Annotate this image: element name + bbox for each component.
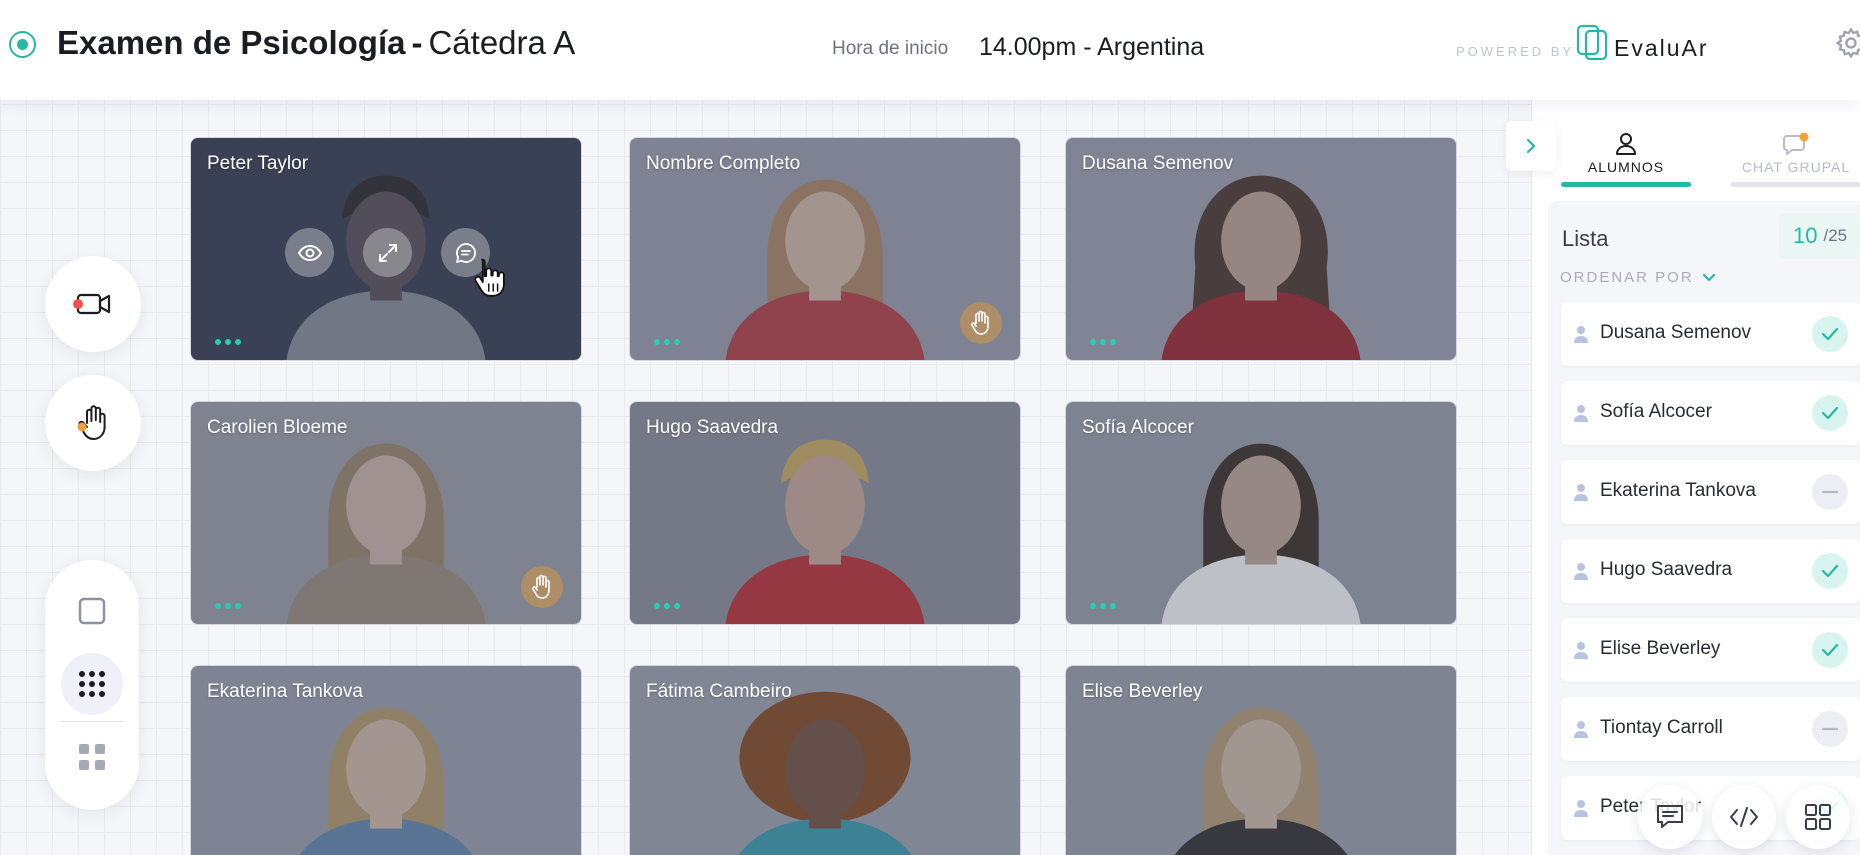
video-tile[interactable]: Elise Beverley xyxy=(1065,665,1457,855)
grid-button[interactable] xyxy=(1786,785,1850,849)
more-options-icon[interactable] xyxy=(215,603,241,609)
student-icon xyxy=(1574,484,1588,501)
participant-name: Carolien Bloeme xyxy=(207,417,348,438)
single-layout-button[interactable] xyxy=(61,580,123,642)
rail-divider xyxy=(61,721,123,722)
raised-hand-icon xyxy=(521,566,563,608)
eye-button[interactable] xyxy=(285,228,334,277)
raise-hand-icon xyxy=(77,405,106,440)
participant-name: Fátima Cambeiro xyxy=(646,681,792,702)
camera-toggle-button[interactable] xyxy=(45,256,141,352)
comment-icon xyxy=(1657,805,1683,828)
raise-hand-button[interactable] xyxy=(45,375,141,471)
video-tile[interactable]: Fátima Cambeiro xyxy=(629,665,1021,855)
student-icon xyxy=(1574,800,1588,817)
student-name: Hugo Saavedra xyxy=(1600,559,1733,580)
chat-bubble-icon xyxy=(1783,132,1809,155)
student-name: Sofía Alcocer xyxy=(1600,401,1712,422)
chevron-down-icon xyxy=(1702,273,1715,281)
student-count-current: 10 xyxy=(1793,223,1818,248)
gear-icon[interactable] xyxy=(1834,26,1860,60)
student-name: Elise Beverley xyxy=(1600,638,1721,659)
student-name: Ekaterina Tankova xyxy=(1600,480,1756,501)
collapse-sidebar-button[interactable] xyxy=(1506,121,1556,171)
student-icon xyxy=(1574,326,1588,343)
raised-hand-icon xyxy=(960,302,1002,344)
student-count-total: /25 xyxy=(1823,226,1848,245)
participant-name: Dusana Semenov xyxy=(1082,153,1234,174)
expand-icon xyxy=(378,243,397,262)
more-options-icon[interactable] xyxy=(215,339,241,345)
student-list-item[interactable]: Ekaterina Tankova xyxy=(1561,460,1860,524)
user-icon xyxy=(1616,133,1636,155)
video-tile[interactable]: Hugo Saavedra xyxy=(629,401,1021,625)
student-icon xyxy=(1574,563,1588,580)
student-name: Dusana Semenov xyxy=(1600,322,1752,343)
video-camera-icon xyxy=(73,293,111,315)
student-list-item[interactable]: Tiontay Carroll xyxy=(1561,697,1860,761)
check-icon xyxy=(1812,553,1848,589)
tab-chat-grupal[interactable]: CHAT GRUPAL xyxy=(1731,132,1860,175)
powered-by-label: POWERED BY xyxy=(1456,44,1575,59)
code-icon xyxy=(1730,807,1758,827)
more-options-icon[interactable] xyxy=(654,339,680,345)
tab-indicator xyxy=(1731,182,1860,187)
participant-name: Sofía Alcocer xyxy=(1082,417,1194,438)
evaluar-logo-icon xyxy=(1576,24,1608,60)
eye-icon xyxy=(297,244,322,261)
expand-button[interactable] xyxy=(363,228,412,277)
check-icon xyxy=(1812,632,1848,668)
student-icon xyxy=(1574,642,1588,659)
more-options-icon[interactable] xyxy=(1090,603,1116,609)
start-time-label: Hora de inicio xyxy=(832,38,949,59)
list-title: Lista xyxy=(1562,226,1609,251)
sort-label: ORDENAR POR xyxy=(1560,269,1694,286)
student-icon xyxy=(1574,721,1588,738)
student-name: Tiontay Carroll xyxy=(1600,717,1723,738)
student-list-item[interactable]: Dusana Semenov xyxy=(1561,302,1860,366)
more-options-icon[interactable] xyxy=(654,603,680,609)
minus-icon xyxy=(1812,474,1848,510)
header: Examen de Psicología - Cátedra A Hora de i… xyxy=(0,0,1860,100)
tile-actions xyxy=(285,228,490,277)
video-tile[interactable]: Peter Taylor xyxy=(190,137,582,361)
grid-4-layout-button[interactable] xyxy=(61,726,123,788)
participant-name: Peter Taylor xyxy=(207,153,309,174)
student-list-item[interactable]: Sofía Alcocer xyxy=(1561,381,1860,445)
participant-name: Nombre Completo xyxy=(646,153,801,174)
video-tile[interactable]: Dusana Semenov xyxy=(1065,137,1457,361)
grid-4-layout-icon xyxy=(79,744,105,770)
student-icon xyxy=(1574,405,1588,422)
start-time-value: 14.00pm - Argentina xyxy=(979,33,1205,61)
video-tile[interactable]: Ekaterina Tankova xyxy=(190,665,582,855)
chevron-right-icon xyxy=(1526,138,1536,154)
live-status-icon xyxy=(9,31,36,58)
video-tile[interactable]: Carolien Bloeme xyxy=(190,401,582,625)
sort-dropdown[interactable]: ORDENAR POR xyxy=(1560,269,1716,286)
check-icon xyxy=(1812,316,1848,352)
student-list-item[interactable]: Elise Beverley xyxy=(1561,618,1860,682)
tab-alumnos[interactable]: ALUMNOS xyxy=(1561,132,1691,175)
minus-icon xyxy=(1812,711,1848,747)
participant-name: Ekaterina Tankova xyxy=(207,681,363,702)
code-button[interactable] xyxy=(1712,785,1776,849)
participant-name: Hugo Saavedra xyxy=(646,417,779,438)
check-icon xyxy=(1812,395,1848,431)
student-count: 10/25 xyxy=(1779,213,1860,259)
student-list-item[interactable]: Hugo Saavedra xyxy=(1561,539,1860,603)
single-layout-icon xyxy=(78,597,106,625)
video-tile[interactable]: Sofía Alcocer xyxy=(1065,401,1457,625)
layout-switcher xyxy=(45,560,139,810)
grid-9-layout-button[interactable] xyxy=(61,653,123,715)
active-tab-indicator xyxy=(1561,182,1691,187)
grid-9-layout-icon xyxy=(79,671,105,697)
participant-name: Elise Beverley xyxy=(1082,681,1203,702)
grid-icon xyxy=(1805,804,1831,830)
pointer-cursor-icon xyxy=(474,258,505,297)
more-options-icon[interactable] xyxy=(1090,339,1116,345)
comment-button[interactable] xyxy=(1638,785,1702,849)
video-tile[interactable]: Nombre Completo xyxy=(629,137,1021,361)
brand-name: EvaluAr xyxy=(1614,35,1709,61)
page-title: Examen de Psicología - Cátedra A xyxy=(57,24,576,61)
